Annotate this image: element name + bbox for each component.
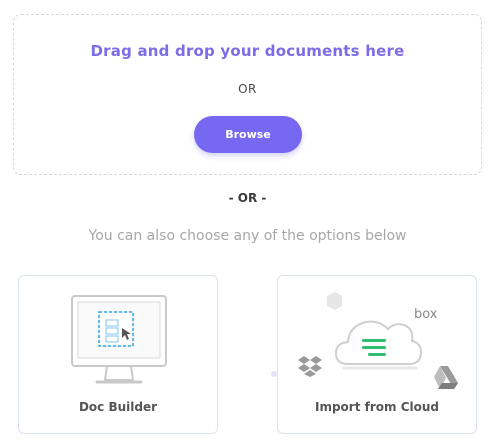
doc-builder-card[interactable]: Doc Builder [18, 275, 218, 434]
box-brand-text: box [414, 307, 438, 322]
cloud-import-icon: box [298, 292, 458, 389]
or-divider: - OR - [228, 191, 267, 205]
upload-dropzone[interactable]: Drag and drop your documents here OR Bro… [13, 14, 482, 175]
browse-button[interactable]: Browse [194, 116, 302, 153]
options-subtitle: You can also choose any of the options b… [88, 228, 407, 244]
dropzone-or-text: OR [238, 82, 257, 96]
desktop-doc-builder-icon [71, 295, 167, 384]
import-from-cloud-card[interactable]: box Import from Cloud [277, 275, 477, 434]
doc-builder-label: Doc Builder [78, 400, 158, 414]
dropzone-title: Drag and drop your documents here [90, 42, 405, 60]
import-from-cloud-label: Import from Cloud [315, 400, 439, 414]
